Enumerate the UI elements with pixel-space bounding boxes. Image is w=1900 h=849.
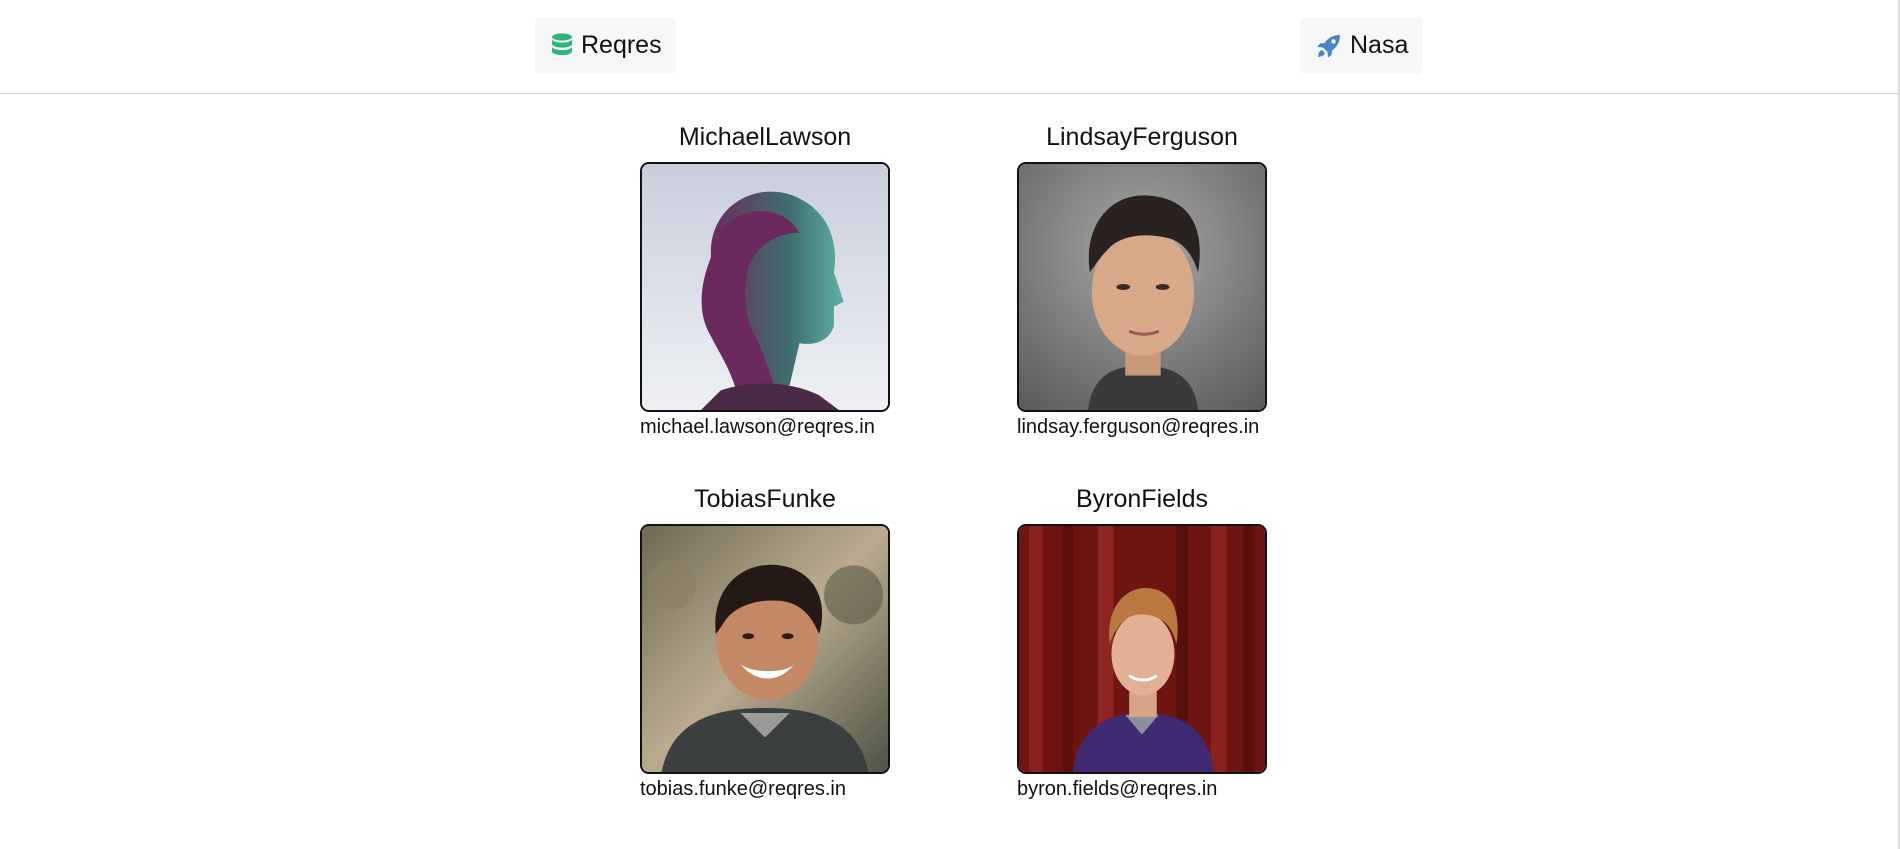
user-name: ByronFields [1076, 485, 1208, 513]
user-email: byron.fields@reqres.in [1017, 778, 1218, 800]
user-name: TobiasFunke [694, 485, 836, 513]
user-email: michael.lawson@reqres.in [640, 416, 875, 438]
nasa-nav-button[interactable]: Nasa [1300, 17, 1423, 74]
reqres-nav-label: Reqres [581, 31, 662, 59]
user-avatar [1017, 162, 1267, 412]
user-avatar [640, 162, 890, 412]
user-avatar [640, 524, 890, 774]
database-icon [551, 32, 573, 59]
user-name: MichaelLawson [678, 123, 852, 151]
user-email: tobias.funke@reqres.in [640, 778, 846, 800]
reqres-nav-button[interactable]: Reqres [535, 17, 676, 74]
nasa-nav-label: Nasa [1350, 31, 1409, 59]
user-email: lindsay.ferguson@reqres.in [1017, 416, 1260, 438]
top-nav-bar: Reqres Nasa [0, 0, 1900, 94]
rocket-icon [1316, 33, 1342, 59]
user-name: LindsayFerguson [1046, 123, 1238, 151]
user-avatar [1017, 524, 1267, 774]
